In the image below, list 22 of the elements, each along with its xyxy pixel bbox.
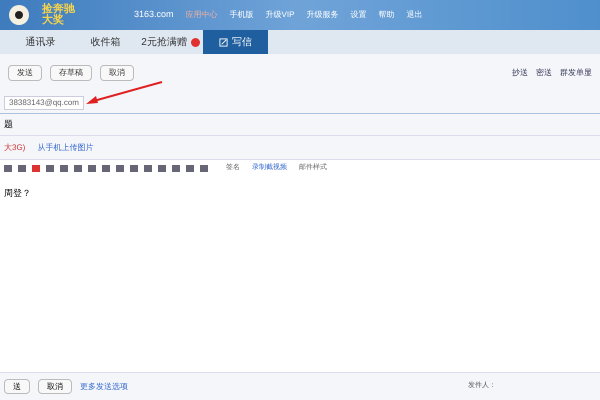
attachment-link[interactable]: 大3G) [4,142,26,154]
body-text: 周登？ [4,188,31,198]
upload-link[interactable]: 从手机上传图片 [37,142,94,154]
tab[interactable]: 2元抢满赠 [138,30,203,54]
footer-button[interactable]: 送 [4,379,30,394]
recipient-option-link[interactable]: 抄送 [512,67,528,79]
subject-label: 题 [4,118,13,131]
recipient-option-link[interactable]: 密送 [536,67,552,79]
toolbar-button[interactable]: 取消 [100,65,134,81]
tab[interactable]: 写信 [203,30,268,54]
tab[interactable]: 通讯录 [8,30,73,54]
recipient-chip[interactable]: 38383143@qq.com [4,96,84,110]
more-options-link[interactable]: 更多发送选项 [80,380,128,392]
ball-logo-icon [8,4,30,26]
edit-icon [219,38,228,46]
footer-button[interactable]: 取消 [38,379,72,394]
recipient-option-link[interactable]: 群发单显 [560,67,592,79]
account-name[interactable]: 3163.com [134,8,174,22]
tab[interactable]: 收件箱 [73,30,138,54]
toolbar-button[interactable]: 发送 [8,65,42,81]
logo-text: 捡奔驰大奖 [42,4,76,26]
toolbar-button[interactable]: 存草稿 [50,65,92,81]
